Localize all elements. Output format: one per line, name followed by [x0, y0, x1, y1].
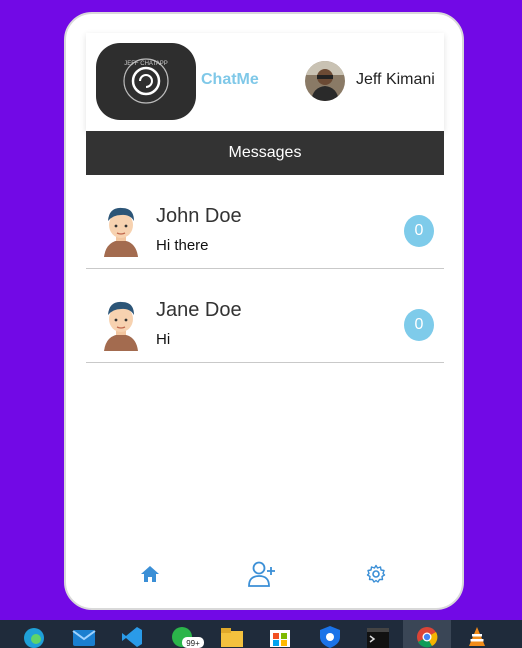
terminal-icon[interactable] [366, 625, 390, 648]
bottom-navigation [66, 559, 466, 589]
nav-home[interactable] [136, 561, 164, 587]
app-logo[interactable]: JEFF CHATAPP [96, 43, 196, 120]
mail-icon[interactable] [72, 625, 96, 648]
user-avatar[interactable] [305, 61, 345, 101]
message-preview: Hi [156, 331, 171, 348]
store-icon[interactable] [268, 625, 292, 648]
nav-add-user[interactable] [248, 561, 276, 587]
settings-icon [366, 564, 386, 583]
message-preview: Hi there [156, 237, 209, 254]
contact-avatar [100, 203, 142, 257]
app-header: JEFF CHATAPP ChatMe Jeff Kimani [86, 33, 444, 131]
contact-name: John Doe [156, 205, 242, 227]
windows-taskbar: 99+ [0, 620, 522, 648]
conversation-list: John Doe Hi there 0 Jane Doe Hi 0 [86, 175, 444, 363]
unread-count-badge: 0 [404, 215, 434, 247]
conversation-item[interactable]: John Doe Hi there 0 [86, 175, 444, 269]
home-icon [141, 566, 159, 582]
logo-text: JEFF CHATAPP [124, 61, 167, 67]
contact-avatar [100, 297, 142, 351]
brave-icon[interactable] [318, 625, 342, 648]
user-name: Jeff Kimani [356, 71, 435, 88]
conversation-item[interactable]: Jane Doe Hi 0 [86, 269, 444, 363]
unread-count-badge: 0 [404, 309, 434, 341]
vlc-icon[interactable] [465, 625, 489, 648]
whatsapp-icon[interactable]: 99+ [170, 625, 204, 648]
add-user-icon [248, 561, 275, 587]
nav-settings[interactable] [362, 561, 390, 587]
logo-emblem-icon: JEFF CHATAPP [123, 58, 169, 104]
chat-app-window: JEFF CHATAPP ChatMe Jeff Kimani Messages [64, 12, 464, 610]
contact-name: Jane Doe [156, 299, 242, 321]
edge-icon[interactable] [22, 625, 46, 648]
whatsapp-unread-badge: 99+ [186, 639, 200, 648]
brand-name: ChatMe [201, 71, 259, 88]
vscode-icon[interactable] [120, 625, 144, 648]
chrome-icon[interactable] [415, 625, 439, 648]
messages-tab[interactable]: Messages [86, 131, 444, 175]
file-explorer-icon[interactable] [220, 625, 244, 648]
